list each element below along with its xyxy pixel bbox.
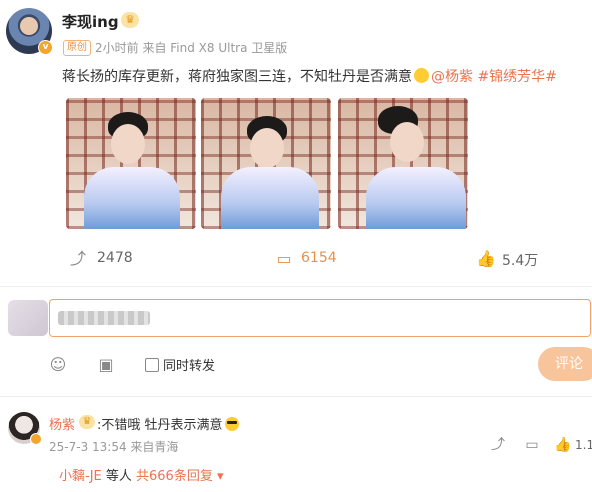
author-name[interactable]: 李现ing bbox=[62, 11, 119, 32]
comment-like-count[interactable]: 1.1 bbox=[575, 438, 592, 452]
post-meta: 2小时前 来自 Find X8 Ultra 卫星版 bbox=[95, 41, 288, 55]
like-count[interactable]: 5.4万 bbox=[502, 250, 538, 270]
comment-icon[interactable]: ▭ bbox=[275, 250, 293, 268]
divider bbox=[0, 286, 592, 287]
mention-link[interactable]: @杨紫 bbox=[431, 69, 473, 85]
like-icon[interactable]: 👍 bbox=[476, 250, 496, 268]
comment-repost-icon[interactable]: ⤴ bbox=[490, 437, 506, 453]
post-image-2[interactable] bbox=[201, 98, 331, 229]
comment-reply-icon[interactable]: ▭ bbox=[524, 437, 540, 453]
emoji-icon[interactable]: ☺ bbox=[48, 355, 68, 375]
original-badge: 原创 bbox=[63, 40, 91, 56]
repost-count[interactable]: 2478 bbox=[97, 250, 133, 266]
post-image-3[interactable] bbox=[338, 98, 468, 229]
image-icon[interactable]: ▣ bbox=[96, 355, 116, 375]
divider bbox=[0, 396, 592, 397]
reply-mid: 等人 bbox=[101, 469, 137, 484]
reply-user[interactable]: 小黐-JE bbox=[59, 469, 102, 484]
sync-repost-label[interactable]: 同时转发 bbox=[163, 355, 215, 374]
commenter-name[interactable]: 杨紫 bbox=[49, 414, 75, 433]
comment-like-icon[interactable]: 👍 bbox=[554, 437, 571, 453]
sync-repost-checkbox[interactable] bbox=[145, 358, 159, 372]
verified-badge-icon bbox=[30, 433, 42, 445]
post-text: 蒋长扬的库存更新，蒋府独家图三连，不知牡丹是否满意 @杨紫 #锦绣芳华# bbox=[62, 66, 557, 86]
topic-link[interactable]: #锦绣芳华# bbox=[477, 69, 556, 85]
post-image-1[interactable] bbox=[66, 98, 196, 229]
vip-crown-icon: ♛ bbox=[79, 415, 95, 429]
my-avatar bbox=[8, 300, 48, 336]
submit-comment-button[interactable]: 评论 bbox=[538, 347, 592, 381]
post-body: 蒋长扬的库存更新，蒋府独家图三连，不知牡丹是否满意 bbox=[62, 69, 412, 85]
chevron-down-icon[interactable]: ▾ bbox=[217, 469, 224, 484]
comment-input-blurred-text bbox=[58, 311, 150, 325]
reply-summary[interactable]: 小黐-JE 等人 共666条回复 ▾ bbox=[59, 465, 224, 484]
verified-badge-icon: v bbox=[38, 40, 53, 55]
thinking-emoji-icon bbox=[414, 68, 429, 83]
sunglasses-emoji-icon bbox=[224, 417, 239, 431]
comment-text: :不错哦 牡丹表示满意 bbox=[97, 414, 239, 433]
comment-count[interactable]: 6154 bbox=[301, 250, 337, 266]
comment-body: :不错哦 牡丹表示满意 bbox=[97, 418, 223, 433]
vip-crown-icon: ♛ bbox=[121, 12, 139, 28]
comment-meta: 25-7-3 13:54 来自青海 bbox=[49, 440, 179, 454]
repost-icon[interactable]: ⤴ bbox=[69, 250, 87, 268]
reply-total[interactable]: 共666条回复 bbox=[136, 469, 213, 484]
